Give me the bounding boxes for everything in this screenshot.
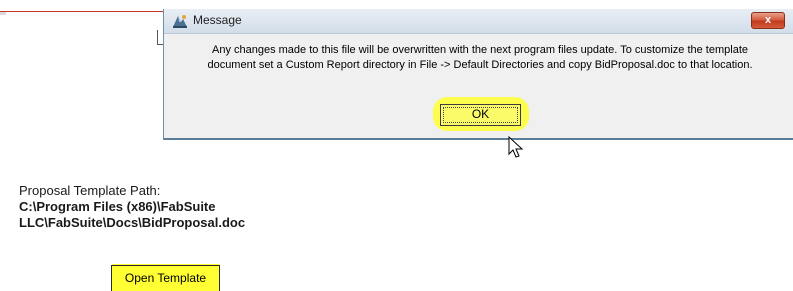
- screen: Message x Any changes made to this file …: [0, 0, 793, 291]
- background-window-divider: [157, 30, 158, 44]
- mouse-pointer-icon: [508, 135, 524, 160]
- message-dialog: Message x Any changes made to this file …: [163, 9, 793, 140]
- ok-button-focus-ring: [443, 107, 518, 123]
- open-template-label: Open Template: [124, 271, 207, 285]
- ok-button[interactable]: OK: [440, 104, 521, 126]
- close-button[interactable]: x: [751, 12, 785, 29]
- dialog-message-line-2: document set a Custom Report directory i…: [207, 59, 753, 71]
- message-app-icon: [172, 13, 188, 29]
- template-path-label: Proposal Template Path:: [19, 183, 161, 198]
- dialog-title: Message: [193, 13, 242, 27]
- template-path-line-1: C:\Program Files (x86)\FabSuite: [19, 199, 216, 214]
- template-path-value: C:\Program Files (x86)\FabSuite LLC\FabS…: [19, 199, 319, 231]
- template-path-line-2: LLC\FabSuite\Docs\BidProposal.doc: [19, 215, 246, 230]
- close-icon: x: [764, 14, 772, 26]
- dialog-title-bar[interactable]: Message x: [164, 9, 793, 34]
- background-window-edge: [0, 12, 6, 15]
- dialog-message-line-1: Any changes made to this file will be ov…: [211, 44, 748, 56]
- open-template-button[interactable]: Open Template: [111, 265, 220, 291]
- dialog-message: Any changes made to this file will be ov…: [174, 43, 786, 73]
